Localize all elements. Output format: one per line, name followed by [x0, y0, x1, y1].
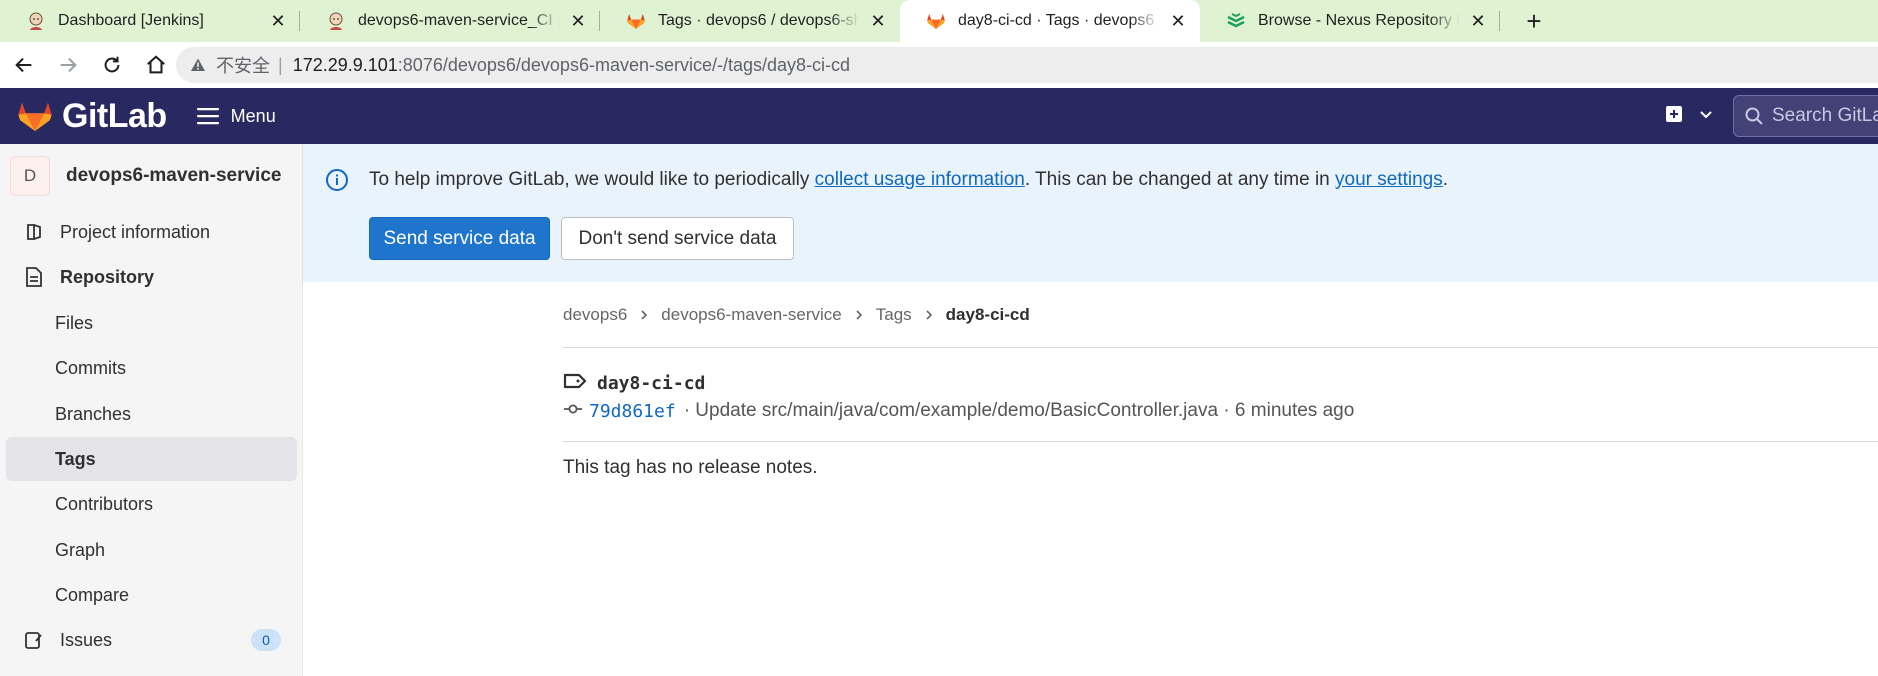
divider	[563, 441, 1878, 442]
new-item-dropdown[interactable]	[1664, 104, 1714, 124]
project-avatar: D	[10, 156, 50, 196]
close-icon[interactable]: ✕	[268, 11, 288, 31]
dont-send-service-data-button[interactable]: Don't send service data	[561, 217, 794, 260]
tab-title: day8-ci-cd · Tags · devops6 / devops6-ma…	[958, 12, 1160, 29]
commit-message: · Update src/main/java/com/example/demo/…	[683, 400, 1355, 421]
tab-title: Browse - Nexus Repository Manager	[1258, 12, 1460, 29]
commit-icon	[563, 400, 583, 422]
breadcrumb-devops6[interactable]: devops6	[563, 305, 627, 325]
collect-usage-link[interactable]: collect usage information	[815, 169, 1025, 190]
breadcrumb: devops6 devops6-maven-service Tags day8-…	[563, 305, 1030, 325]
document-icon	[22, 267, 46, 287]
nexus-icon	[1226, 11, 1246, 31]
tag-name: day8-ci-cd	[597, 373, 706, 394]
menu-button[interactable]: Menu	[196, 105, 276, 127]
close-icon[interactable]: ✕	[868, 11, 888, 31]
gitlab-header: GitLab Menu Search GitLab	[0, 88, 1878, 144]
sidebar-item-project-information[interactable]: Project information	[6, 210, 297, 254]
chevron-down-icon	[1700, 111, 1712, 119]
close-icon[interactable]: ✕	[1468, 11, 1488, 31]
back-button[interactable]	[4, 45, 44, 85]
tag-commit-row: 79d861ef · Update src/main/java/com/exam…	[563, 400, 1354, 422]
project-sidebar: D devops6-maven-service Project informat…	[0, 144, 303, 676]
warning-icon[interactable]	[190, 57, 206, 73]
home-icon	[147, 55, 165, 74]
sidebar-item-contributors[interactable]: Contributors	[6, 482, 297, 526]
tab-title: devops6-maven-service_CI [Jenkins]	[358, 12, 560, 29]
chevron-right-icon	[639, 309, 649, 321]
reload-button[interactable]	[92, 45, 132, 85]
sidebar-item-branches[interactable]: Branches	[6, 392, 297, 436]
info-icon	[325, 168, 349, 197]
forward-button[interactable]	[48, 45, 88, 85]
tab-title: Dashboard [Jenkins]	[58, 12, 204, 29]
address-bar[interactable]: 不安全 | 172.29.9.101 :8076/devops6/devops6…	[176, 47, 1878, 83]
sidebar-item-repository[interactable]: Repository	[6, 255, 297, 299]
tag-title-row: day8-ci-cd	[563, 372, 705, 395]
browser-tab-jenkins-ci[interactable]: devops6-maven-service_CI [Jenkins] ✕	[300, 0, 600, 42]
search-input[interactable]: Search GitLab	[1733, 95, 1878, 137]
breadcrumb-current[interactable]: day8-ci-cd	[946, 305, 1030, 325]
browser-tab-jenkins-dashboard[interactable]: Dashboard [Jenkins] ✕	[0, 0, 300, 42]
menu-label: Menu	[230, 105, 276, 126]
arrow-right-icon	[60, 57, 77, 73]
reload-icon	[104, 56, 120, 73]
jenkins-icon	[326, 11, 346, 31]
search-icon	[1745, 107, 1763, 125]
tag-icon	[563, 372, 587, 395]
security-label[interactable]: 不安全	[216, 52, 270, 78]
browser-tab-nexus[interactable]: Browse - Nexus Repository Manager ✕	[1200, 0, 1500, 42]
jenkins-icon	[26, 11, 46, 31]
release-notes: This tag has no release notes.	[563, 457, 818, 478]
gitlab-tanuki-icon	[18, 102, 52, 132]
url-host: 172.29.9.101	[292, 54, 398, 75]
brand-name: GitLab	[62, 96, 167, 135]
sidebar-item-tags[interactable]: Tags	[6, 437, 297, 481]
project-info-icon	[22, 222, 46, 242]
project-name: devops6-maven-service	[66, 165, 282, 186]
project-link[interactable]: D devops6-maven-service	[10, 156, 281, 196]
close-icon[interactable]: ✕	[568, 11, 588, 31]
browser-tab-gitlab-day8-tag[interactable]: day8-ci-cd · Tags · devops6 / devops6-ma…	[900, 0, 1200, 42]
gitlab-icon	[626, 11, 646, 31]
home-button[interactable]	[136, 45, 176, 85]
new-tab-button[interactable]: +	[1512, 0, 1556, 42]
chevron-right-icon	[854, 309, 864, 321]
url-path: :8076/devops6/devops6-maven-service/-/ta…	[397, 54, 851, 75]
search-placeholder: Search GitLab	[1772, 105, 1878, 126]
browser-tab-gitlab-shared-library[interactable]: Tags · devops6 / devops6-shared-library …	[600, 0, 900, 42]
sidebar-item-graph[interactable]: Graph	[6, 528, 297, 572]
sidebar-item-compare[interactable]: Compare	[6, 573, 297, 617]
banner-message: To help improve GitLab, we would like to…	[369, 169, 1449, 190]
commit-sha-link[interactable]: 79d861ef	[589, 401, 676, 422]
issues-count-badge: 0	[251, 629, 281, 651]
send-service-data-button[interactable]: Send service data	[369, 217, 550, 260]
plus-square-icon	[1666, 106, 1682, 122]
sidebar-item-commits[interactable]: Commits	[6, 346, 297, 390]
breadcrumb-project[interactable]: devops6-maven-service	[661, 305, 841, 325]
sidebar-item-issues[interactable]: Issues 0	[6, 618, 297, 662]
sidebar-item-files[interactable]: Files	[6, 301, 297, 345]
gitlab-home-link[interactable]: GitLab	[16, 97, 167, 136]
tab-title: Tags · devops6 / devops6-shared-library	[658, 12, 860, 29]
usage-data-banner: To help improve GitLab, we would like to…	[303, 144, 1878, 282]
your-settings-link[interactable]: your settings	[1335, 169, 1443, 190]
issues-icon	[22, 630, 46, 650]
chevron-right-icon	[924, 309, 934, 321]
browser-toolbar: 不安全 | 172.29.9.101 :8076/devops6/devops6…	[0, 42, 1878, 88]
arrow-left-icon	[15, 57, 32, 73]
breadcrumb-tags[interactable]: Tags	[876, 305, 912, 325]
close-icon[interactable]: ✕	[1168, 11, 1188, 31]
divider	[563, 347, 1878, 348]
browser-tab-strip: Dashboard [Jenkins] ✕ devops6-maven-serv…	[0, 0, 1878, 42]
hamburger-icon	[196, 107, 219, 125]
gitlab-icon	[926, 11, 946, 31]
